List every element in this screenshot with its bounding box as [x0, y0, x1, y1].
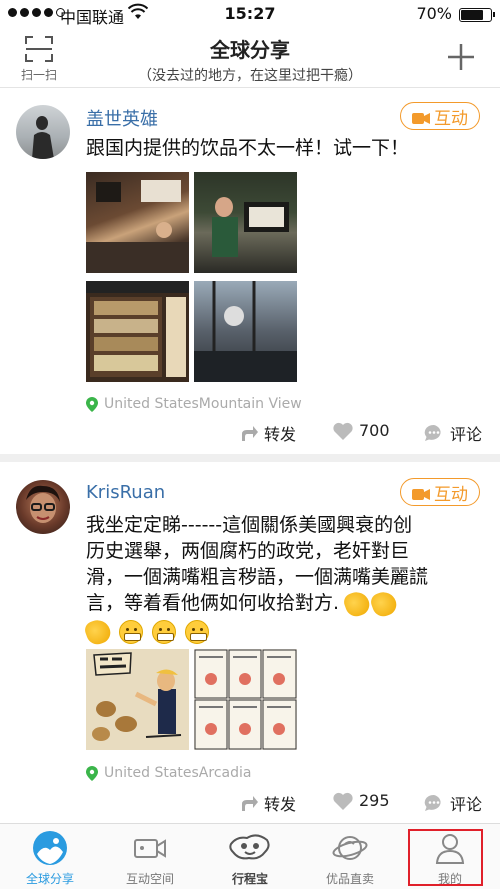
comment-button[interactable]: 评论 — [424, 421, 482, 445]
tab-label: 互动空间 — [125, 872, 174, 886]
tab-itinerary[interactable]: 行程宝 — [200, 830, 300, 887]
mascot-icon — [229, 834, 270, 860]
post-photo[interactable] — [194, 649, 297, 750]
interaction-tag[interactable]: 互动 — [400, 478, 480, 506]
grimacing-face-emoji — [185, 619, 210, 644]
tab-label: 行程宝 — [231, 872, 268, 886]
tab-premium-direct[interactable]: 优品直卖 — [300, 830, 400, 887]
page-subtitle: （没去过的地方，在这里过把干瘾） — [138, 68, 362, 84]
post-photo[interactable] — [194, 281, 297, 382]
clapping-hands-emoji — [82, 616, 114, 647]
post-text-line-text: 言，等着看他俩如何收拾對方. — [86, 592, 340, 614]
post-text-line: 滑，一個满嘴粗言秽語，一個满嘴美麗謊 — [86, 566, 429, 588]
interaction-tag-label: 互动 — [434, 484, 468, 505]
add-icon[interactable] — [446, 42, 476, 72]
post-username[interactable]: 盖世英雄 — [86, 105, 158, 131]
repost-label: 转发 — [264, 795, 297, 814]
status-bar: 中国联通 15:27 70% — [0, 0, 500, 28]
post-divider — [0, 454, 500, 462]
comment-label: 评论 — [450, 795, 483, 814]
repost-label: 转发 — [264, 425, 297, 444]
post-location: United StatesArcadia — [86, 765, 251, 781]
like-button[interactable]: 700 — [333, 421, 390, 440]
post-text-line: 我坐定定睇------這個關係美國興衰的创 — [86, 514, 413, 536]
comment-button[interactable]: 评论 — [424, 791, 482, 815]
battery-icon — [459, 8, 495, 22]
tab-global-share[interactable]: 全球分享 — [0, 830, 100, 887]
tab-label: 全球分享 — [25, 872, 74, 886]
repost-button[interactable]: 转发 — [240, 791, 296, 815]
like-button[interactable]: 295 — [333, 791, 390, 810]
post-location-text: United StatesArcadia — [104, 765, 252, 781]
heart-icon — [333, 792, 353, 810]
post-photo[interactable] — [194, 172, 297, 273]
navigation-bar: 扫一扫 全球分享 （没去过的地方，在这里过把干瘾） — [0, 28, 500, 88]
post-photo[interactable] — [86, 281, 189, 382]
avatar[interactable] — [16, 105, 70, 159]
post-text-emoji-line — [82, 616, 481, 647]
video-camera-icon — [412, 110, 430, 124]
post-location-text: United StatesMountain View — [104, 396, 302, 412]
post-username[interactable]: KrisRuan — [86, 482, 165, 503]
post-location: United StatesMountain View — [86, 396, 302, 412]
highlight-box — [408, 829, 483, 886]
tab-interactive-space[interactable]: 互动空间 — [100, 830, 200, 887]
post-text: 跟国内提供的饮品不太一样！试一下！ — [86, 137, 410, 159]
tab-label: 优品直卖 — [325, 872, 374, 886]
post-text-line: 言，等着看他俩如何收拾對方. — [86, 588, 481, 619]
clapping-hands-emoji — [341, 588, 373, 619]
comment-bubble-icon — [424, 794, 441, 811]
post-photo[interactable] — [86, 172, 189, 273]
repost-button[interactable]: 转发 — [240, 421, 296, 445]
post-photo[interactable] — [86, 649, 189, 750]
planet-icon — [332, 836, 368, 860]
page-title: 全球分享 — [210, 38, 290, 62]
heart-icon — [333, 422, 353, 440]
like-count: 700 — [359, 421, 390, 440]
post-text-line: 历史選舉，两個腐朽的政党，老奸對巨 — [86, 540, 410, 562]
grimacing-face-emoji — [119, 619, 144, 644]
feed-post: KrisRuan 互动 我坐定定睇------這個關係美國興衰的创 历史選舉，两… — [0, 462, 500, 824]
location-pin-icon — [86, 765, 98, 781]
video-camera-icon — [412, 486, 430, 500]
video-camera-icon — [134, 839, 166, 858]
clapping-hands-emoji — [368, 588, 400, 619]
location-pin-icon — [86, 396, 98, 412]
interaction-tag-label: 互动 — [434, 108, 468, 129]
share-arrow-icon — [242, 796, 258, 811]
share-arrow-icon — [242, 426, 258, 441]
like-count: 295 — [359, 791, 390, 810]
feed-post: 盖世英雄 互动 跟国内提供的饮品不太一样！试一下！ United StatesM… — [0, 89, 500, 454]
post-text: 我坐定定睇------這個關係美國興衰的创 历史選舉，两個腐朽的政党，老奸對巨 … — [82, 512, 481, 647]
comment-label: 评论 — [450, 425, 483, 444]
avatar[interactable] — [16, 480, 70, 534]
interaction-tag[interactable]: 互动 — [400, 102, 480, 130]
comment-bubble-icon — [424, 424, 441, 441]
globe-icon — [33, 831, 67, 865]
grimacing-face-emoji — [152, 619, 177, 644]
battery-percentage: 70% — [416, 4, 452, 23]
